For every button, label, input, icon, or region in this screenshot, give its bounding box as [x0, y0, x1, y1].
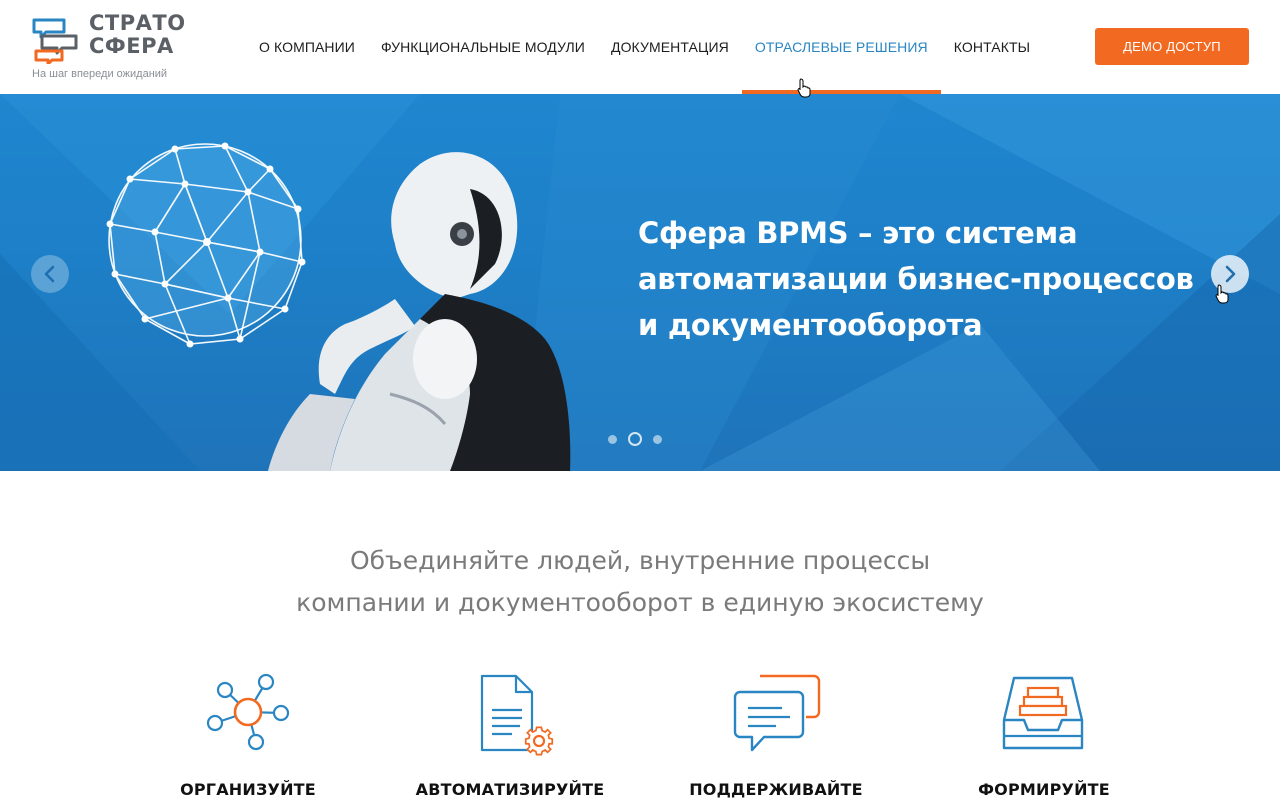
- document-gear-icon: [480, 674, 554, 756]
- site-header: СТРАТО СФЕРА На шаг впереди ожиданий О К…: [0, 0, 1280, 94]
- feature-organize-label: ОРГАНИЗУЙТЕ: [180, 780, 316, 799]
- logo[interactable]: СТРАТО СФЕРА На шаг впереди ожиданий: [32, 12, 202, 84]
- feature-support-label: ПОДДЕРЖИВАЙТЕ: [689, 780, 863, 799]
- logo-tagline: На шаг впереди ожиданий: [32, 68, 168, 80]
- slider-prev-button[interactable]: [31, 255, 69, 293]
- nav-item-contacts[interactable]: КОНТАКТЫ: [941, 0, 1043, 94]
- network-icon: [206, 673, 290, 751]
- slider-dot-1[interactable]: [608, 434, 617, 444]
- chevron-right-icon: [1225, 265, 1236, 283]
- feature-automate-label: АВТОМАТИЗИРУЙТЕ: [415, 780, 605, 799]
- intro-line-1: Объединяйте людей, внутренние процессы: [349, 546, 931, 575]
- feature-support[interactable]: ПОДДЕРЖИВАЙТЕ: [666, 670, 886, 800]
- nav-item-industry-solutions[interactable]: ОТРАСЛЕВЫЕ РЕШЕНИЯ: [741, 0, 941, 94]
- feature-form-label: ФОРМИРУЙТЕ: [978, 780, 1110, 799]
- feature-organize[interactable]: ОРГАНИЗУЙТЕ: [138, 670, 358, 800]
- intro-line-2: компании и документооборот в единую экос…: [296, 588, 984, 617]
- chat-icon: [733, 674, 821, 752]
- logo-line-1: СТРАТО: [89, 11, 186, 35]
- logo-line-2: СФЕРА: [89, 34, 174, 58]
- slider-dot-2[interactable]: [628, 432, 642, 446]
- feature-automate[interactable]: АВТОМАТИЗИРУЙТЕ: [400, 670, 620, 800]
- hero-title: Сфера BPMS – это система автоматизации б…: [638, 216, 1194, 342]
- archive-tray-icon: [1002, 676, 1084, 750]
- intro-heading: Объединяйте людей, внутренние процессы к…: [0, 540, 1280, 624]
- main-nav: О КОМПАНИИ ФУНКЦИОНАЛЬНЫЕ МОДУЛИ ДОКУМЕН…: [246, 0, 1043, 94]
- nav-item-modules[interactable]: ФУНКЦИОНАЛЬНЫЕ МОДУЛИ: [368, 0, 598, 94]
- feature-form[interactable]: ФОРМИРУЙТЕ: [934, 670, 1154, 800]
- hand-cursor-icon: [1215, 284, 1229, 304]
- logo-icon: [32, 18, 78, 64]
- demo-access-button[interactable]: ДЕМО ДОСТУП: [1095, 28, 1249, 65]
- logo-wordmark: СТРАТО СФЕРА: [89, 12, 186, 58]
- hand-cursor-icon: [797, 78, 811, 98]
- nav-item-docs[interactable]: ДОКУМЕНТАЦИЯ: [598, 0, 742, 94]
- slider-pagination: [608, 432, 662, 446]
- nav-item-about[interactable]: О КОМПАНИИ: [246, 0, 368, 94]
- slider-dot-3[interactable]: [653, 434, 662, 444]
- chevron-left-icon: [44, 265, 55, 283]
- hero-slider: Сфера BPMS – это система автоматизации б…: [0, 94, 1280, 471]
